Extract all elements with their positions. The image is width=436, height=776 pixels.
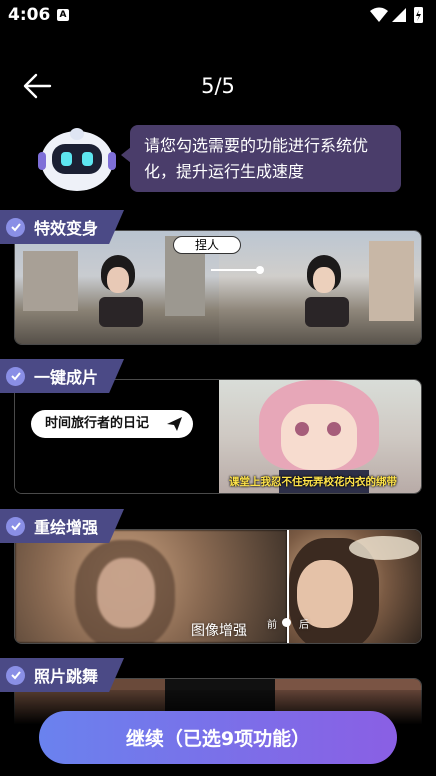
enhance-label: 图像增强	[191, 623, 247, 639]
assistant-message-bubble: 请您勾选需要的功能进行系统优化，提升运行生成速度	[121, 125, 401, 192]
pinch-face-label: 捏人	[173, 236, 241, 254]
continue-button-label: 继续（已选9项功能）	[125, 728, 311, 750]
top-nav: 5/5	[0, 60, 436, 112]
preview-anime-frame: 课堂上我忍不住玩弄校花内衣的绑带	[219, 380, 421, 493]
feature-tag: 重绘增强	[0, 509, 125, 543]
feature-tag: 特效变身	[0, 210, 125, 244]
feature-tag: 一键成片	[0, 359, 125, 393]
status-bar: 4:06 A	[0, 0, 436, 30]
preview-after-image	[219, 231, 421, 344]
after-label: 后	[299, 620, 309, 631]
video-subtitle: 课堂上我忍不住玩弄校花内衣的绑带	[229, 476, 397, 488]
feature-label: 特效变身	[34, 219, 99, 238]
checkbox-redraw-enhance[interactable]	[6, 516, 25, 536]
robot-mascot-icon	[38, 128, 116, 191]
page-indicator: 5/5	[201, 74, 235, 98]
feature-label: 重绘增强	[34, 518, 99, 537]
before-label: 前	[267, 620, 277, 631]
feature-label: 一键成片	[34, 368, 99, 387]
checkbox-one-click-video[interactable]	[6, 366, 25, 386]
notification-icon: A	[57, 9, 69, 21]
checkmark-icon	[10, 671, 21, 680]
checkmark-icon	[10, 522, 21, 531]
preview-text-prompt: 时间旅行者的日记	[15, 380, 219, 493]
feature-preview-card[interactable]: 图像增强 前 后	[14, 529, 422, 644]
assistant-message: 请您勾选需要的功能进行系统优化，提升运行生成速度	[144, 136, 369, 181]
feature-tag: 照片跳舞	[0, 658, 125, 692]
feature-preview-card[interactable]: 捏人	[14, 230, 422, 345]
prompt-input-display: 时间旅行者的日记	[31, 410, 193, 438]
send-icon	[167, 417, 182, 431]
prompt-text: 时间旅行者的日记	[45, 416, 150, 431]
checkmark-icon	[10, 223, 21, 232]
status-time: 4:06	[8, 5, 51, 25]
continue-button[interactable]: 继续（已选9项功能）	[39, 711, 397, 764]
wifi-icon	[370, 7, 388, 22]
checkbox-effects-transform[interactable]	[6, 217, 25, 237]
signal-icon	[392, 8, 406, 22]
checkmark-icon	[10, 372, 21, 381]
checkbox-photo-dance[interactable]	[6, 665, 25, 685]
status-icons	[370, 7, 423, 23]
feature-label: 照片跳舞	[34, 667, 99, 686]
feature-preview-card[interactable]: 时间旅行者的日记 课堂上我忍不住玩弄校花内衣的绑带	[14, 379, 422, 494]
compare-slider-handle[interactable]	[282, 618, 291, 627]
